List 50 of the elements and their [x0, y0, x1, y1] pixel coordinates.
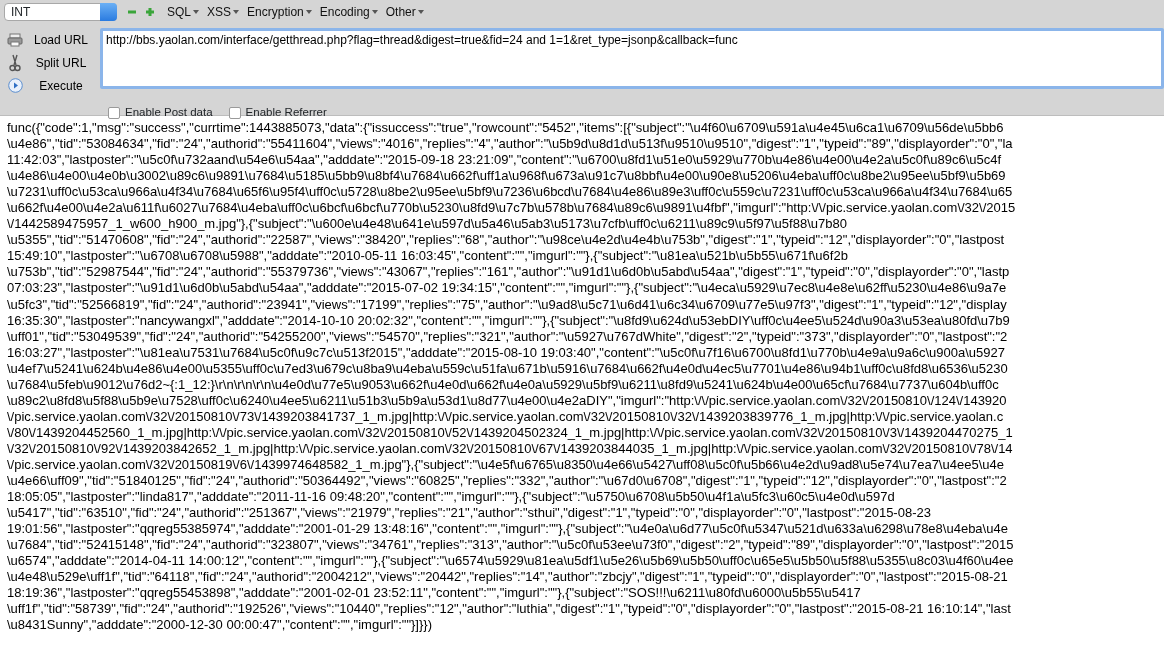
- response-text-line: \u7684\u5feb\u9012\u76d2~{:1_12:}\r\n\r\n\r\n\u4e0d\u77e5\u9053\u662f\u4e0d\u662f\u4e0a\u5929\u5bf9\u6211\u8fd9\u5241\u624b\u4e00\u65cf\u7684\u7737\u604b\uff0c: [7, 376, 999, 393]
- response-text-line: \uff1f","tid":"58739","fid":"24","authorid":"192526","views":"10440","replies":"12","author":"luthia","digest":"1","typeid":"0","displayorder":"0","lastpost":"2015-08-21 16:10:14","last: [7, 601, 1011, 618]
- response-text-line: 19:01:56","lastposter":"qqreg55385974","adddate":"2001-01-29 13:48:16","content":"","imgurl":""},{"subject":"\u4e0a\u6d77\u5c0f\u5347\u521d\u633a\u6298\u78e8\u4eba\u4e: [7, 521, 1008, 538]
- menu-button[interactable]: Encoding: [319, 3, 378, 21]
- action-button[interactable]: Load URL: [6, 28, 100, 51]
- response-text-line: 18:05:05","lastposter":"linda817","adddate":"2011-11-16 09:48:20","content":"","imgurl":""},{"subject":"\u5750\u6708\u5b50\u4f1a\u5fc3\u60c5\u4e0d\u597d: [7, 489, 895, 506]
- response-text-line: 18:19:36","lastposter":"qqreg55453898","adddate":"2001-02-01 23:52:11","content":"","imgurl":""},{"subject":"SOS!!!\u6211\u80fd\u6000\u5b55\u5417: [7, 585, 861, 602]
- scissors-icon: [9, 53, 21, 72]
- checkbox-label: Enable Referrer: [245, 105, 327, 120]
- response-text-line: \uff01","tid":"53049539","fid":"24","authorid":"54255200","views":"54570","replies":"321","author":"\u5927\u767dWhite","digest":"2","typeid":"373","displayorder":"0","lastpost":"2: [7, 328, 1008, 345]
- response-text-line: \u7684","tid":"52415148","fid":"24","authorid":"323807","views":"34761","replies":"313","author":"\u5c0f\u53ee\u73f0","digest":"2","typeid":"89","displayorder":"0","lastpost":"2015: [7, 537, 1014, 554]
- url-field[interactable]: http://bbs.yaolan.com/interface/getthread.php?flag=thread&digest=true&fid=24 and 1=1&ret_type=jsonp&callback=func: [100, 28, 1164, 89]
- response-text-line: 11:42:03","lastposter":"\u5c0f\u732aand\u54e6\u54aa","adddate":"2015-09-18 23:21:09","content":"\u6700\u8fd1\u51e0\u5929\u770b\u4e86\u4e00\u4e2a\u5c0f\u89c6\u5c4f: [7, 152, 1002, 169]
- action-button[interactable]: Split URL: [6, 51, 100, 74]
- menu-button[interactable]: Encryption: [247, 3, 312, 21]
- response-text-line: 16:35:30","lastposter":"nancywangxl","adddate":"2014-10-10 20:02:32","content":"","imgurl":""},{"subject":"\u8fd9\u624d\u53ebDIY\uff0c\u4ee5\u524d\u90a3\u53ea\u80fd\u7b9: [7, 312, 1010, 329]
- response-text-line: \u4e86\u4e00\u4e0b\u3002\u89c6\u9891\u7684\u5185\u5bb9\u8bf4\u7684\u662f\uff1a\u968f\u673a\u91c7\u8bbf\u4e00\u90e8\u5206\u4eba\uff0c\u8be2\u95ee\u5bf9\u5b69: [7, 168, 1006, 185]
- response-text-line: \u5355","tid":"51470608","fid":"24","authorid":"22587","views":"38420","replies":"68","author":"\u98ce\u4e2d\u4e4b\u753b","digest":"1","typeid":"12","displayorder":"0","lastpost: [7, 232, 1005, 249]
- response-text-line: \/pic.service.yaolan.com\/32\/20150810\/73\/1439203841737_1_m.jpg|http:\/\/pic.service.yaolan.com\/32\/20150810\/32\/1439203839776_1_m.jpg|http:\/\/pic.service.yaolan.c: [7, 408, 1004, 425]
- checkbox[interactable]: [228, 106, 241, 119]
- menu-button[interactable]: Other: [385, 3, 424, 21]
- response-text-line: \u4ef7\u5241\u624b\u4e86\u4e00\u5355\uff0c\u7ed3\u679c\u8ba9\u4eba\u559c\u51fa\u671b\u5916\u7684\u662f\u4e0d\u4ec5\u7701\u4e86\u94b1\uff0c\u8fd8\u6536\u5230: [7, 360, 1008, 377]
- response-text-line: func({"code":1,"msg":"success","currtime":1443885073,"data":{"issuccess":"true","rowcount":"5452","items":[{"subject":"\u4f60\u6709\u591a\u4e45\u6ca1\u6709\u56de\u5bb6: [7, 120, 1004, 137]
- response-text-line: \u753b","tid":"52987544","fid":"24","authorid":"55379736","views":"43067","replies":"161","author":"\u91d1\u6d0b\u5abd\u54aa","digest":"1","typeid":"0","displayorder":"0","lastp: [7, 264, 1010, 281]
- response-text-line: \/pic.service.yaolan.com\/32\/20150819\/6\/1439974648582_1_m.jpg"},{"subject":"\u4e5f\u6765\u8350\u4e66\u5427\uff08\u5c0f\u5b66\u4e2d\u9ad8\u5e74\u7ea7\u4ee5\u4e: [7, 457, 1004, 474]
- response-text-line: \/32\/20150810\/92\/1439203842652_1_m.jpg|http:\/\/pic.service.yaolan.com\/32\/20150810\/67\/1439203844035_1_m.jpg|http:\/\/pic.service.yaolan.com\/32\/20150810\/78\/14: [7, 440, 1013, 457]
- encoding-select[interactable]: INT: [4, 3, 117, 21]
- response-text-line: \u4e66\uff09","tid":"51840125","fid":"24","authorid":"50364492","views":"60825","replies":"332","author":"\u67d0\u6708","digest":"1","typeid":"12","displayorder":"0","lastpost":"2: [7, 473, 1007, 490]
- printer-icon: [7, 32, 23, 47]
- response-text-line: \u5417","tid":"63510","fid":"24","authorid":"251367","views":"21979","replies":"21","author":"sthui","digest":"1","typeid":"0","displayorder":"0","lastpost":"2015-08-23: [7, 505, 931, 522]
- play-icon: [7, 78, 23, 93]
- menu-button[interactable]: SQL: [167, 3, 199, 21]
- response-text-line: \u7231\uff0c\u53ca\u966a\u4f34\u7684\u65f6\u95f4\uff0c\u5728\u8be2\u95ee\u5bf9\u7236\u6bcd\u7684\u4e86\u89e3\uff0c\u559c\u7231\uff0c\u53ca\u966a\u4f34\u7684\u65: [7, 184, 1013, 201]
- response-text-line: \u5fc3","tid":"52566819","fid":"24","authorid":"23941","views":"17199","replies":"75","author":"\u9ad8\u5c71\u6d41\u6c34\u6709\u77e5\u97f3","digest":"1","typeid":"12","display: [7, 296, 1007, 313]
- response-text-line: \u6574","adddate":"2014-04-11 14:00:12","content":"","imgurl":""},{"subject":"\u6574\u5929\u81ea\u5df1\u5e26\u5b69\u5b50\uff0c\u65e5\u5b50\u5f88\u5355\u8c03\u4f60\u4ee: [7, 553, 1014, 570]
- response-text-line: \/80\/1439204452560_1_m.jpg|http:\/\/pic.service.yaolan.com\/32\/20150810\/52\/1439204502324_1_m.jpg|http:\/\/pic.service.yaolan.com\/32\/20150810\/3\/1439204470275_1: [7, 424, 1013, 441]
- checkbox-label: Enable Post data: [125, 105, 213, 120]
- response-text-line: 16:03:27","lastposter":"\u81ea\u7531\u7684\u5c0f\u9c7c\u513f2015","adddate":"2015-08-10 19:03:40","content":"\u5c0f\u7f16\u6700\u8fd1\u770b\u4e9a\u9a6c\u900a\u5927: [7, 344, 1005, 361]
- response-text-line: \u4e48\u529e\uff1f","tid":"64118","fid":"24","authorid":"2004212","views":"20442","replies":"14","author":"zbcjy","digest":"1","typeid":"0","displayorder":"0","lastpost":"2015-08-21: [7, 569, 1008, 586]
- response-text-line: \u8431Sunny","adddate":"2000-12-30 00:00:47","content":"","imgurl":""}]}}): [7, 617, 432, 634]
- response-text-line: \u4e86","tid":"53084634","fid":"24","authorid":"55411604","views":"4016","replies":"4","author":"\u5b9d\u8d1d\u513f\u9510\u9510","digest":"1","typeid":"89","displayorder":"0","la: [7, 136, 1013, 153]
- response-text-line: \u89c2\u8fd8\u5f88\u5b9e\u7528\uff0c\u6240\u4ee5\u6211\u51b3\u5b9a\u53d1\u8d77\u4e00\u4e2aDIY","imgurl":"http:\/\/pic.service.yaolan.com\/32\/20150810\/124\/143920: [7, 392, 1007, 409]
- response-text-line: 07:03:23","lastposter":"\u91d1\u6d0b\u5abd\u54aa","adddate":"2015-07-02 19:34:15","content":"","imgurl":""},{"subject":"\u4eca\u5929\u7ec8\u4e8e\u62ff\u5230\u4e86\u9a7e: [7, 280, 1007, 297]
- response-text-line: \u662f\u4e00\u4e2a\u611f\u6027\u7684\u4eba\uff0c\u6bcf\u6bcf\u770b\u5230\u8fd9\u7c7b\u578b\u7684\u89c6\u9891\u4fbf","imgurl":"http:\/\/pic.service.yaolan.com\/32\/2015: [7, 200, 1016, 217]
- response-text-line: \/1442589475957_1_w600_h900_m.jpg"},{"subject":"\u600e\u4e48\u641e\u597d\u5a46\u5ab3\u5173\u7cfb\uff0c\u6211\u89c9\u5f97\u5f88\u7b80: [7, 216, 847, 233]
- menu-button[interactable]: XSS: [207, 3, 240, 21]
- action-button[interactable]: Execute: [6, 74, 100, 97]
- plus-icon[interactable]: [145, 7, 155, 17]
- checkbox[interactable]: [108, 106, 120, 119]
- response-text-line: 15:49:10","lastposter":"\u6708\u6708\u5988","adddate":"2010-05-11 16:03:45","content":"","imgurl":""},{"subject":"\u81ea\u521b\u5b55\u671f\u6f2b: [7, 248, 848, 265]
